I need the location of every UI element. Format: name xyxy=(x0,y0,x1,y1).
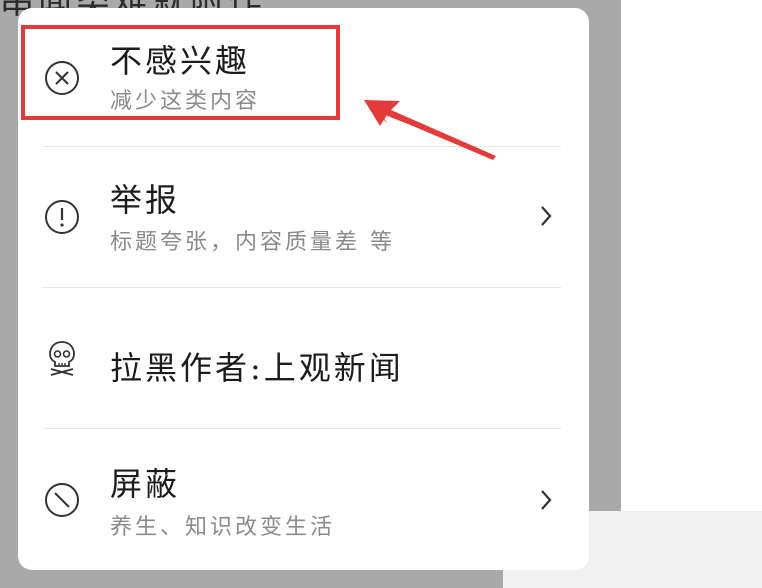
chevron-right-icon xyxy=(536,488,556,512)
menu-item-title: 屏蔽 xyxy=(110,465,181,503)
chevron-right-icon xyxy=(536,204,556,228)
menu-item-mute[interactable]: 屏蔽 养生、知识改变生活 xyxy=(18,429,589,570)
skull-icon xyxy=(42,338,82,378)
block-circle-icon xyxy=(42,480,82,520)
menu-item-subtitle: 标题夸张，内容质量差 等 xyxy=(110,230,395,255)
menu-item-title: 拉黑作者:上观新闻 xyxy=(110,349,404,387)
menu-item-block-author[interactable]: 拉黑作者:上观新闻 xyxy=(18,288,589,428)
menu-item-report[interactable]: 举报 标题夸张，内容质量差 等 xyxy=(18,147,589,287)
exclamation-circle-icon xyxy=(42,197,82,237)
menu-item-title: 举报 xyxy=(110,181,181,219)
highlight-box xyxy=(21,25,340,120)
menu-item-subtitle: 养生、知识改变生活 xyxy=(110,515,336,540)
